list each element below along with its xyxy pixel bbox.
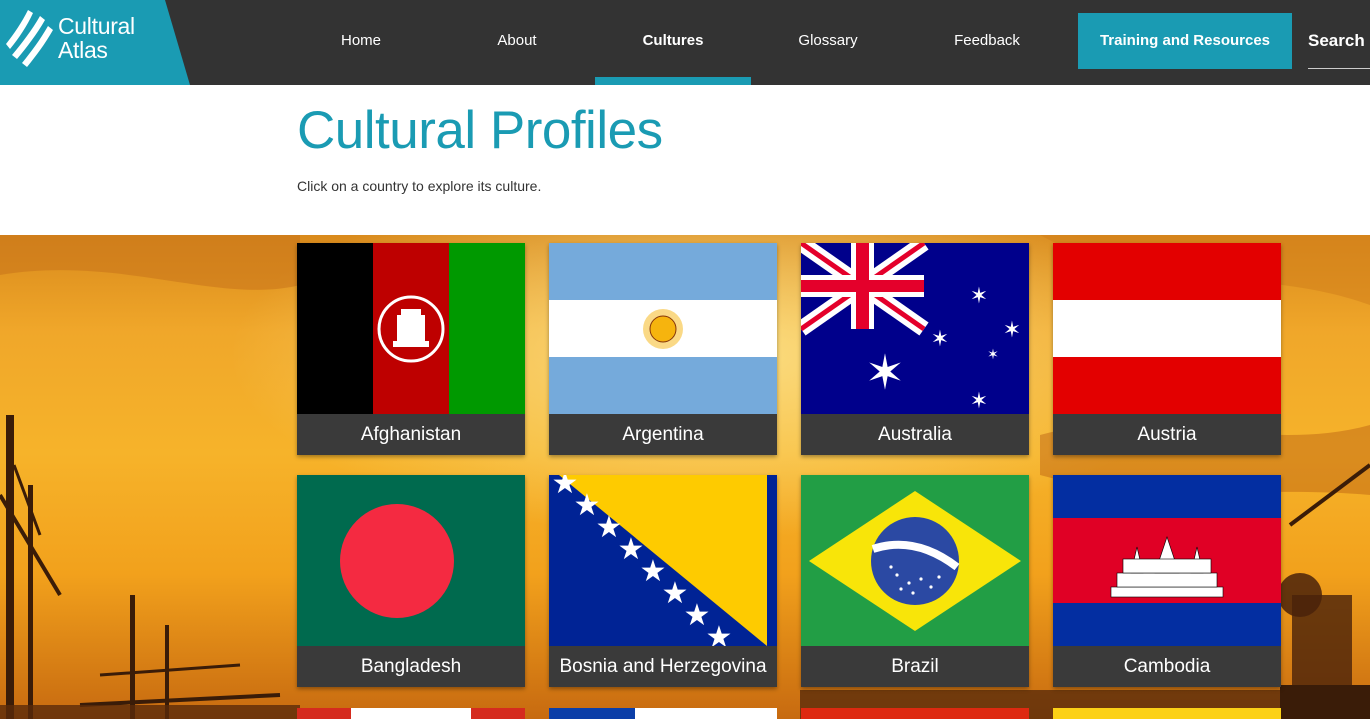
nav-feedback[interactable]: Feedback <box>940 0 1034 85</box>
cambodia-flag-icon <box>1053 475 1281 646</box>
country-card-partial-2[interactable] <box>549 707 777 719</box>
country-card-argentina[interactable]: Argentina <box>549 243 777 455</box>
nav-home[interactable]: Home <box>322 0 400 85</box>
country-card-partial-4[interactable] <box>1053 707 1281 719</box>
svg-text:✶: ✶ <box>987 347 999 363</box>
country-card-afghanistan[interactable]: Afghanistan <box>297 243 525 455</box>
brazil-flag-icon <box>801 475 1029 646</box>
country-name: Argentina <box>549 414 777 455</box>
svg-text:✶: ✶ <box>970 389 988 414</box>
country-name: Austria <box>1053 414 1281 455</box>
country-name: Bosnia and Herzegovina <box>549 646 777 687</box>
argentina-flag-icon <box>549 243 777 414</box>
site-logo[interactable]: Cultural Atlas <box>0 0 190 85</box>
country-card-partial-1[interactable] <box>297 707 525 719</box>
svg-text:★: ★ <box>706 620 733 646</box>
country-card-partial-3[interactable] <box>801 707 1029 719</box>
country-name: Brazil <box>801 646 1029 687</box>
country-name: Australia <box>801 414 1029 455</box>
australia-flag-icon: ✶ ✶ ✶ ✶ ✶ ✶ <box>801 243 1029 414</box>
country-name: Afghanistan <box>297 414 525 455</box>
nav-glossary[interactable]: Glossary <box>780 0 876 85</box>
svg-text:✶: ✶ <box>970 284 988 309</box>
bosnia-flag-icon: ★ ★ ★ ★ ★ ★ ★ ★ <box>549 475 777 646</box>
top-nav: Cultural Atlas Home About Cultures Gloss… <box>0 0 1370 85</box>
logo-text: Cultural Atlas <box>58 13 135 63</box>
country-card-bosnia-and-herzegovina[interactable]: ★ ★ ★ ★ ★ ★ ★ ★ Bosnia and Herzegovina <box>549 475 777 687</box>
country-card-australia[interactable]: ✶ ✶ ✶ ✶ ✶ ✶ Australia <box>801 243 1029 455</box>
country-card-cambodia[interactable]: Cambodia <box>1053 475 1281 687</box>
austria-flag-icon <box>1053 243 1281 414</box>
nav-about[interactable]: About <box>478 0 556 85</box>
country-card-austria[interactable]: Austria <box>1053 243 1281 455</box>
svg-text:✶: ✶ <box>1003 318 1021 343</box>
country-card-bangladesh[interactable]: Bangladesh <box>297 475 525 687</box>
nav-cultures[interactable]: Cultures <box>595 0 751 85</box>
svg-text:✶: ✶ <box>931 327 949 352</box>
page-title: Cultural Profiles <box>297 101 663 160</box>
bangladesh-flag-icon <box>297 475 525 646</box>
country-card-brazil[interactable]: Brazil <box>801 475 1029 687</box>
afghanistan-flag-icon <box>297 243 525 414</box>
search-underline <box>1308 68 1370 69</box>
country-name: Bangladesh <box>297 646 525 687</box>
svg-text:✶: ✶ <box>865 345 905 401</box>
page-subtitle: Click on a country to explore its cultur… <box>297 178 542 194</box>
search-link[interactable]: Search <box>1308 0 1370 85</box>
country-name: Cambodia <box>1053 646 1281 687</box>
training-resources-button[interactable]: Training and Resources <box>1078 13 1292 69</box>
